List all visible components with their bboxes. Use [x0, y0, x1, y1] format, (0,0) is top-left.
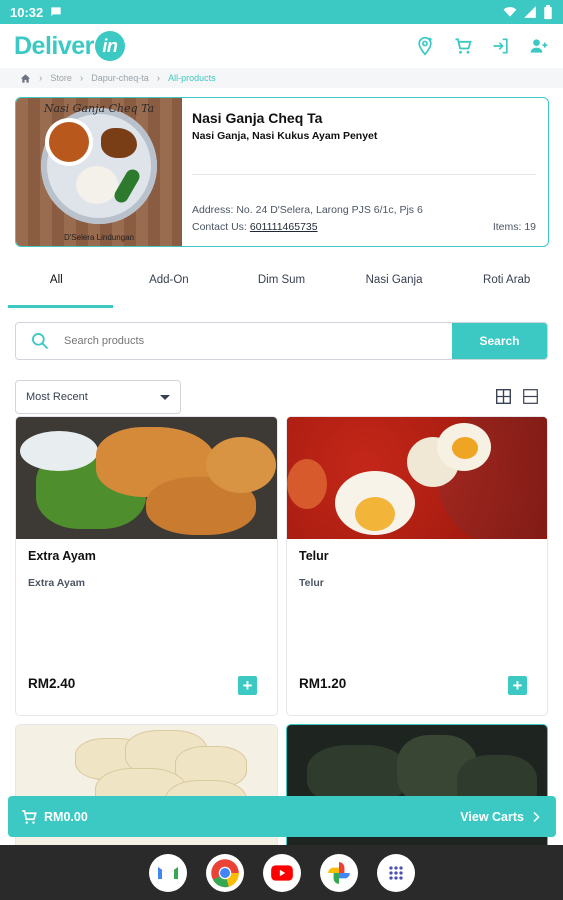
product-card[interactable]: Extra Ayam Extra Ayam RM2.40 + [15, 416, 278, 716]
signal-icon [524, 6, 536, 18]
tab-roti-arab[interactable]: Roti Arab [450, 258, 563, 308]
chat-notification-icon [51, 7, 61, 17]
location-icon[interactable] [415, 36, 435, 56]
chevron-down-icon [160, 394, 170, 400]
product-title: Telur [299, 549, 329, 563]
plus-icon: + [242, 676, 253, 695]
product-price: RM1.20 [299, 676, 347, 691]
cart-bar[interactable]: RM0.00 View Carts [8, 796, 556, 837]
wifi-icon [503, 7, 517, 17]
add-user-icon[interactable] [529, 36, 549, 56]
grid-view-icon[interactable] [495, 388, 512, 405]
product-subtitle: Telur [299, 577, 324, 589]
breadcrumb: › Store › Dapur-cheq-ta › All-products [0, 68, 563, 88]
store-divider [192, 174, 536, 175]
store-sign-footer: D'Selera Lindungan [63, 233, 135, 242]
product-subtitle: Extra Ayam [28, 577, 86, 589]
sort-selected-value: Most Recent [26, 391, 88, 403]
items-count: Items: 19 [492, 221, 536, 233]
chevron-right-icon [533, 811, 540, 822]
login-icon[interactable] [491, 36, 511, 56]
battery-icon [544, 4, 552, 19]
breadcrumb-all-products[interactable]: All-products [168, 73, 216, 83]
contact-phone-link[interactable]: 601111465735 [250, 219, 318, 236]
add-to-cart-button[interactable]: + [238, 676, 257, 695]
chevron-right-icon: › [39, 72, 43, 84]
search-icon [32, 333, 49, 350]
search-input[interactable] [64, 323, 452, 359]
tab-nasi-ganja[interactable]: Nasi Ganja [338, 258, 451, 308]
breadcrumb-dapur[interactable]: Dapur-cheq-ta [91, 73, 149, 83]
product-image [287, 417, 547, 539]
cart-amount: RM0.00 [44, 809, 88, 824]
product-card[interactable]: Telur Telur RM1.20 + [286, 416, 548, 716]
logo-text: Deliver [14, 31, 94, 60]
chevron-right-icon: › [79, 72, 84, 84]
youtube-icon[interactable] [262, 853, 301, 892]
store-name: Nasi Ganja Cheq Ta [192, 110, 323, 126]
android-dock [0, 845, 563, 900]
view-carts-button[interactable]: View Carts [460, 810, 542, 824]
cart-icon [22, 809, 37, 824]
add-to-cart-button[interactable]: + [508, 676, 527, 695]
store-image: Nasi Ganja Cheq Ta D'Selera Lindungan [16, 98, 182, 246]
chevron-right-icon: › [156, 72, 161, 84]
tab-all[interactable]: All [0, 258, 113, 308]
logo-badge: in [94, 31, 125, 61]
product-grid: Extra Ayam Extra Ayam RM2.40 + Telur Tel… [15, 416, 548, 854]
store-card: Nasi Ganja Cheq Ta D'Selera Lindungan Na… [15, 97, 549, 247]
sort-dropdown[interactable]: Most Recent [15, 380, 181, 414]
breadcrumb-store[interactable]: Store [50, 73, 72, 83]
chrome-icon[interactable] [205, 853, 244, 892]
tab-add-on[interactable]: Add-On [113, 258, 226, 308]
list-view-icon[interactable] [522, 388, 539, 405]
clock: 10:32 [10, 4, 44, 20]
contact-label: Contact Us: [192, 221, 247, 233]
product-image [16, 417, 277, 539]
deliverin-logo[interactable]: Deliver in [14, 31, 125, 61]
google-photos-icon[interactable] [319, 853, 358, 892]
store-sign-text: Nasi Ganja Cheq Ta [43, 102, 155, 115]
cart-icon[interactable] [453, 36, 473, 56]
product-title: Extra Ayam [28, 549, 96, 563]
category-tabs: All Add-On Dim Sum Nasi Ganja Roti Arab [0, 258, 563, 308]
home-icon[interactable] [20, 73, 31, 84]
app-drawer-icon[interactable] [376, 853, 415, 892]
store-tagline: Nasi Ganja, Nasi Kukus Ayam Penyet [192, 130, 378, 142]
product-price: RM2.40 [28, 676, 76, 691]
store-address: Address: No. 24 D'Selera, Larong PJS 6/1… [192, 204, 423, 216]
status-bar: 10:32 [0, 0, 563, 24]
gmail-icon[interactable] [148, 853, 187, 892]
search-bar: Search [15, 322, 548, 360]
view-carts-label: View Carts [460, 809, 524, 824]
app-bar: Deliver in [0, 24, 563, 68]
tab-dim-sum[interactable]: Dim Sum [225, 258, 338, 308]
plus-icon: + [512, 676, 523, 695]
search-button[interactable]: Search [452, 323, 547, 359]
